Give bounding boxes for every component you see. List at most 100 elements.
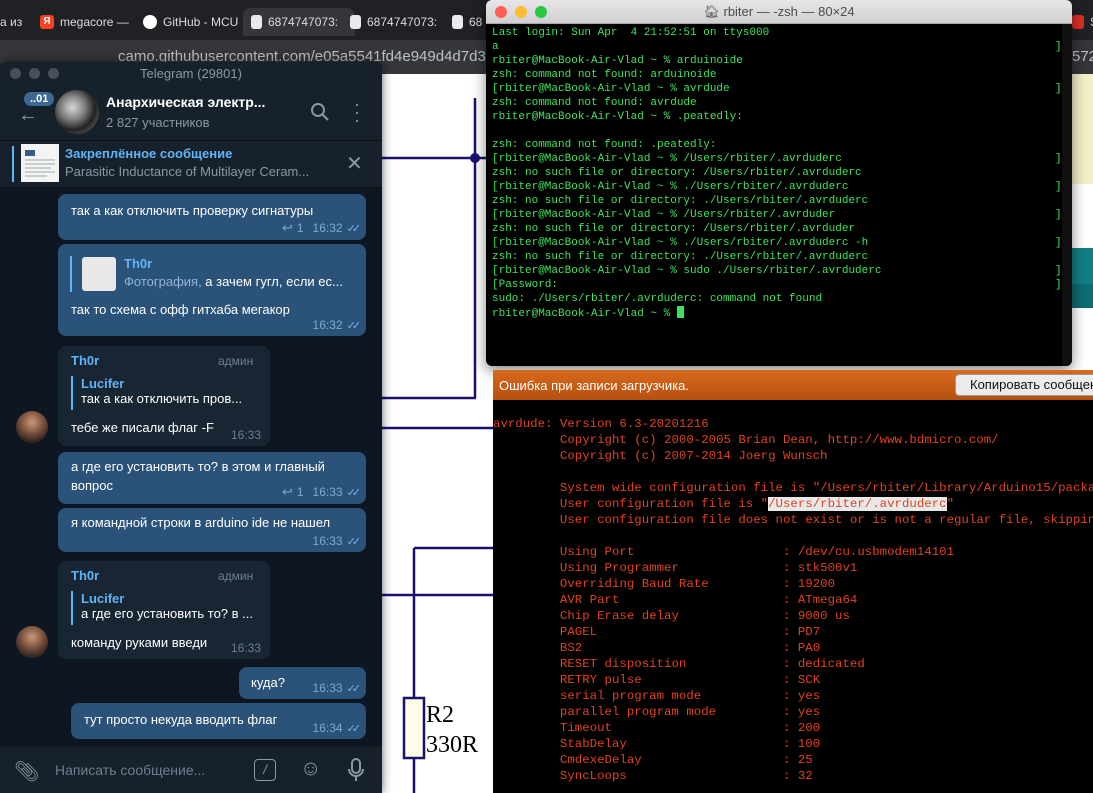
quote-text: а где его установить то? в ... (81, 606, 253, 621)
terminal-line: [rbiter@MacBook-Air-Vlad ~ % ./Users/rbi… (492, 180, 1062, 194)
browser-tab[interactable]: Я megacore — (40, 8, 130, 36)
terminal-line: zsh: command not found: .peatedly: (492, 138, 1062, 152)
close-window-button[interactable] (10, 68, 21, 79)
window-title: Telegram (29801) (140, 65, 242, 81)
message-bubble[interactable]: Th0r Фотография, а зачем гугл, если ес..… (58, 244, 366, 336)
console-line-text: User configuration file is " (493, 497, 769, 511)
terminal-window[interactable]: 🏠︎ rbiter — -zsh — 80×24 Last login: Sun… (486, 0, 1072, 366)
terminal-line: Last login: Sun Apr 4 21:52:51 on ttys00… (492, 26, 1062, 40)
message-bubble[interactable]: тут просто некуда вводить флаг 16:34 ✓✓ (71, 703, 366, 739)
message-bubble[interactable]: так а как отключить проверку сигнатуры ↩… (58, 194, 366, 240)
message-input[interactable]: Написать сообщение... (55, 762, 205, 778)
page-icon (452, 15, 463, 29)
pinned-thumbnail (21, 144, 59, 182)
reply-quote[interactable]: Lucifer так а как отключить пров... (71, 376, 242, 410)
search-icon[interactable] (310, 102, 330, 122)
avatar[interactable] (16, 626, 48, 658)
console-line-text: User configuration file does not exist o… (493, 513, 1093, 527)
browser-tab[interactable]: GitHub - MCU (143, 8, 241, 36)
back-arrow-icon[interactable]: ← (18, 104, 38, 127)
read-check-icon: ✓✓ (346, 486, 362, 499)
terminal-line-text: zsh: no such file or directory: ./Users/… (492, 195, 869, 207)
terminal-line-text: [rbiter@MacBook-Air-Vlad ~ % avrdude (492, 83, 730, 95)
console-line-text (493, 465, 500, 479)
console-line: parallel program mode : yes (493, 704, 1093, 720)
console-log[interactable]: avrdude: Version 6.3-20201216 Copyright … (493, 416, 1093, 784)
terminal-line: zsh: no such file or directory: ./Users/… (492, 194, 1062, 208)
avatar[interactable] (16, 411, 48, 443)
message-meta: 16:33 ✓✓ (312, 681, 362, 695)
reply-quote[interactable]: Th0r Фотография, а зачем гугл, если ес..… (70, 256, 343, 292)
chat-title[interactable]: Анархическая электр... (106, 94, 265, 110)
terminal-prompt-line[interactable]: rbiter@MacBook-Air-Vlad ~ % (492, 306, 1062, 320)
message-sender[interactable]: Th0r (71, 568, 99, 583)
more-menu-icon[interactable]: · · · (350, 95, 364, 129)
console-line-text: parallel program mode : yes (493, 705, 821, 719)
message-bubble[interactable]: Th0r админ Lucifer так а как отключить п… (58, 346, 270, 446)
terminal-line-text: zsh: command not found: arduinoide (492, 69, 717, 81)
quote-author: Th0r (124, 256, 153, 271)
message-text: команду руками введи (71, 635, 208, 650)
message-bubble[interactable]: Th0r админ Lucifer а где его установить … (58, 561, 270, 659)
terminal-line-text: zsh: command not found: avrdude (492, 97, 697, 109)
reply-icon[interactable]: ↩ (282, 220, 293, 236)
console-line: AVR Part : ATmega64 (493, 592, 1093, 608)
reply-icon[interactable]: ↩ (282, 484, 293, 500)
terminal-line: [rbiter@MacBook-Air-Vlad ~ % ./Users/rbi… (492, 236, 1062, 250)
browser-tab[interactable]: S (1072, 8, 1093, 36)
console-line: RESET disposition : dedicated (493, 656, 1093, 672)
message-bubble[interactable]: а где его установить то? в этом и главны… (58, 452, 366, 504)
copy-messages-button[interactable]: Копировать сообщения (955, 374, 1093, 396)
message-time: 16:33 (312, 534, 343, 548)
message-time: 16:33 (230, 641, 261, 655)
emoji-icon[interactable]: ☺ (300, 757, 321, 781)
r2-name: R2 (426, 702, 454, 728)
message-bubble[interactable]: куда? 16:33 ✓✓ (239, 667, 366, 699)
pinned-text: Parasitic Inductance of Multilayer Ceram… (65, 164, 310, 179)
pinned-message-bar[interactable]: Закреплённое сообщение Parasitic Inducta… (0, 141, 382, 188)
quote-thumbnail (82, 257, 116, 291)
terminal-output[interactable]: Last login: Sun Apr 4 21:52:51 on ttys00… (492, 26, 1062, 320)
close-icon[interactable]: ✕ (346, 151, 363, 176)
zoom-window-button[interactable] (48, 68, 59, 79)
reply-quote[interactable]: Lucifer а где его установить то? в ... (71, 591, 253, 625)
browser-tab[interactable]: а из (0, 8, 30, 36)
page-icon (350, 15, 361, 29)
microphone-icon[interactable] (346, 758, 366, 782)
yandex-icon: Я (40, 15, 54, 29)
terminal-line: [rbiter@MacBook-Air-Vlad ~ % avrdude] (492, 82, 1062, 96)
terminal-line-bracket: ] (1055, 41, 1062, 53)
console-line-text: PAGEL : PD7 (493, 625, 821, 639)
browser-tab[interactable]: 6874747073: (350, 8, 446, 36)
message-meta: ↩ 1 16:32 ✓✓ (282, 220, 361, 236)
terminal-line-text: zsh: command not found: .peatedly: (492, 139, 717, 151)
browser-tab[interactable]: 68 (452, 8, 486, 36)
minimize-window-button[interactable] (29, 68, 40, 79)
message-sender[interactable]: Th0r (71, 353, 99, 368)
console-line: Timeout : 200 (493, 720, 1093, 736)
tab-label: megacore — (60, 15, 129, 29)
attach-icon[interactable]: 📎︎ (14, 759, 39, 784)
terminal-cursor (676, 306, 684, 318)
message-bubble[interactable]: я командной строки в arduino ide не наше… (58, 508, 366, 552)
console-line-text: Copyright (c) 2007-2014 Joerg Wunsch (493, 449, 828, 463)
terminal-line-text: zsh: no such file or directory: /Users/r… (492, 167, 862, 179)
terminal-line: rbiter@MacBook-Air-Vlad ~ % arduinoide (492, 54, 1062, 68)
console-line-text: Chip Erase delay : 9000 us (493, 609, 850, 623)
terminal-line: rbiter@MacBook-Air-Vlad ~ % .peatedly: (492, 110, 1062, 124)
console-line: BS2 : PA0 (493, 640, 1093, 656)
chat-header: ← ..01 Анархическая электр... 2 827 учас… (0, 84, 382, 141)
browser-tab-active[interactable]: 6874747073: (243, 8, 355, 36)
scrollbar[interactable] (1062, 24, 1072, 366)
terminal-line-bracket: ] (1055, 83, 1062, 95)
error-status-text: Ошибка при записи загрузчика. (499, 378, 689, 393)
console-line: SyncLoops : 32 (493, 768, 1093, 784)
console-line-text: RETRY pulse : SCK (493, 673, 821, 687)
console-line: serial program mode : yes (493, 688, 1093, 704)
message-time: 16:33 (312, 681, 343, 695)
chat-avatar[interactable] (55, 90, 99, 134)
terminal-line-text: [rbiter@MacBook-Air-Vlad ~ % sudo ./User… (492, 265, 882, 277)
bot-command-icon[interactable]: / (254, 759, 276, 781)
highlighted-path: /Users/rbiter/.avrduderc (768, 497, 947, 511)
message-meta: 16:33 (231, 641, 261, 655)
